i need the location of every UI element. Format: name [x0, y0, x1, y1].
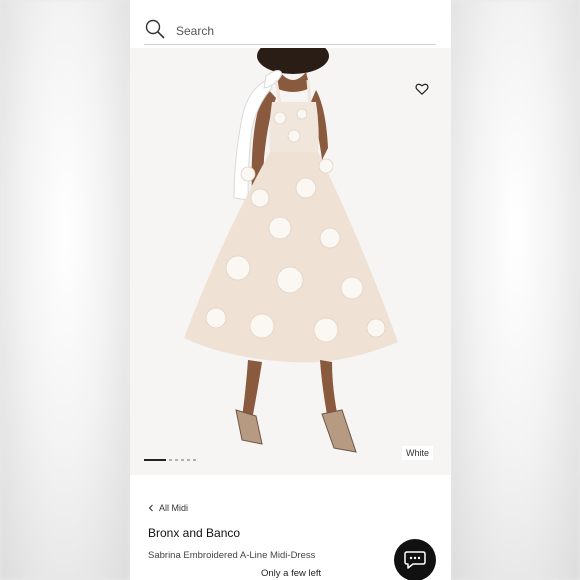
chevron-left-icon: [148, 504, 153, 512]
back-link[interactable]: All Midi: [148, 503, 188, 513]
carousel-dot[interactable]: [187, 459, 190, 461]
back-link-label[interactable]: All Midi: [159, 503, 188, 513]
chat-icon: [404, 551, 426, 569]
search-icon[interactable]: [144, 18, 166, 40]
product-image[interactable]: White: [130, 48, 451, 475]
blurred-background-left: [0, 0, 130, 580]
stock-status: Only a few left: [261, 568, 322, 579]
carousel-indicator[interactable]: [144, 458, 196, 462]
carousel-dot[interactable]: [181, 459, 184, 461]
search-bar[interactable]: Search: [144, 16, 436, 45]
chat-button[interactable]: [394, 539, 436, 580]
search-input[interactable]: Search: [176, 24, 214, 38]
product-name: Sabrina Embroidered A-Line Midi-Dress: [148, 550, 316, 561]
heart-icon[interactable]: [415, 82, 429, 96]
brand-name[interactable]: Bronx and Banco: [148, 526, 240, 540]
carousel-dot[interactable]: [193, 459, 196, 461]
phone-screen: Search White All Midi Bronx and Banco Sa…: [130, 0, 451, 580]
product-photo: [184, 48, 398, 453]
blurred-background-right: [450, 0, 580, 580]
carousel-dot[interactable]: [175, 459, 178, 461]
carousel-dot-active[interactable]: [144, 459, 166, 461]
carousel-dot[interactable]: [169, 459, 172, 461]
color-label: White: [401, 446, 433, 460]
